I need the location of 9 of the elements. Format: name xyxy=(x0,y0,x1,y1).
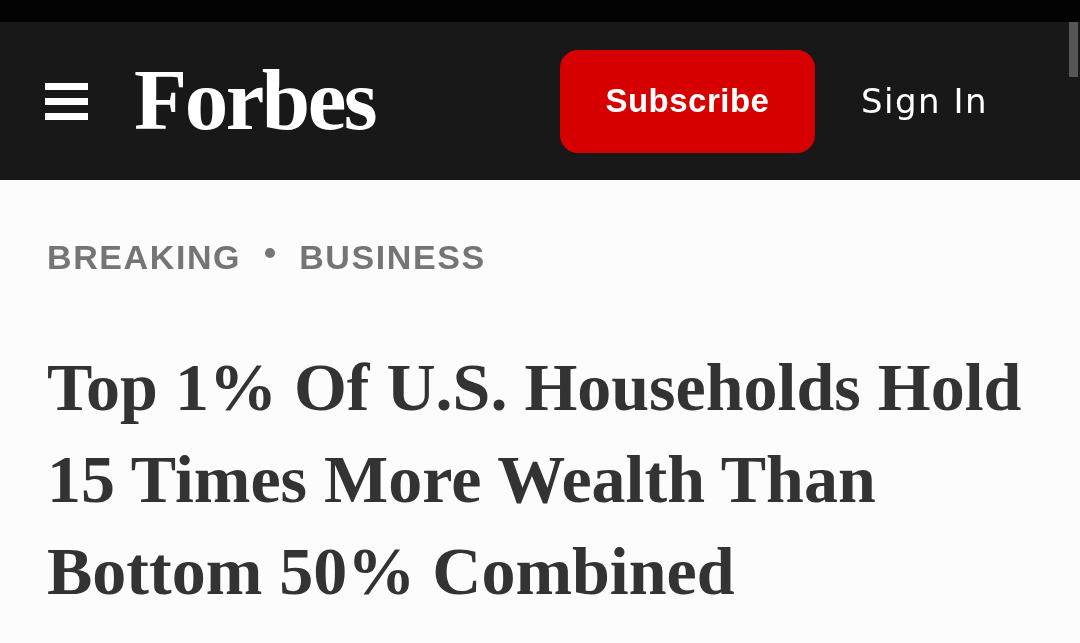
breadcrumb-link[interactable]: BREAKING xyxy=(47,237,242,277)
logo[interactable]: Forbes xyxy=(134,55,376,143)
scrollbar-thumb[interactable] xyxy=(1069,22,1078,77)
breadcrumb-link[interactable]: BUSINESS xyxy=(299,237,486,277)
subscribe-button[interactable]: Subscribe xyxy=(559,49,815,153)
sign-in-link[interactable]: Sign In xyxy=(860,81,988,121)
article-headline: Top 1% Of U.S. Households Hold 15 Times More Wealth Than Bottom 50% Combined xyxy=(47,348,1023,611)
menu-icon[interactable] xyxy=(45,82,88,120)
separator-dot-icon xyxy=(265,248,276,258)
